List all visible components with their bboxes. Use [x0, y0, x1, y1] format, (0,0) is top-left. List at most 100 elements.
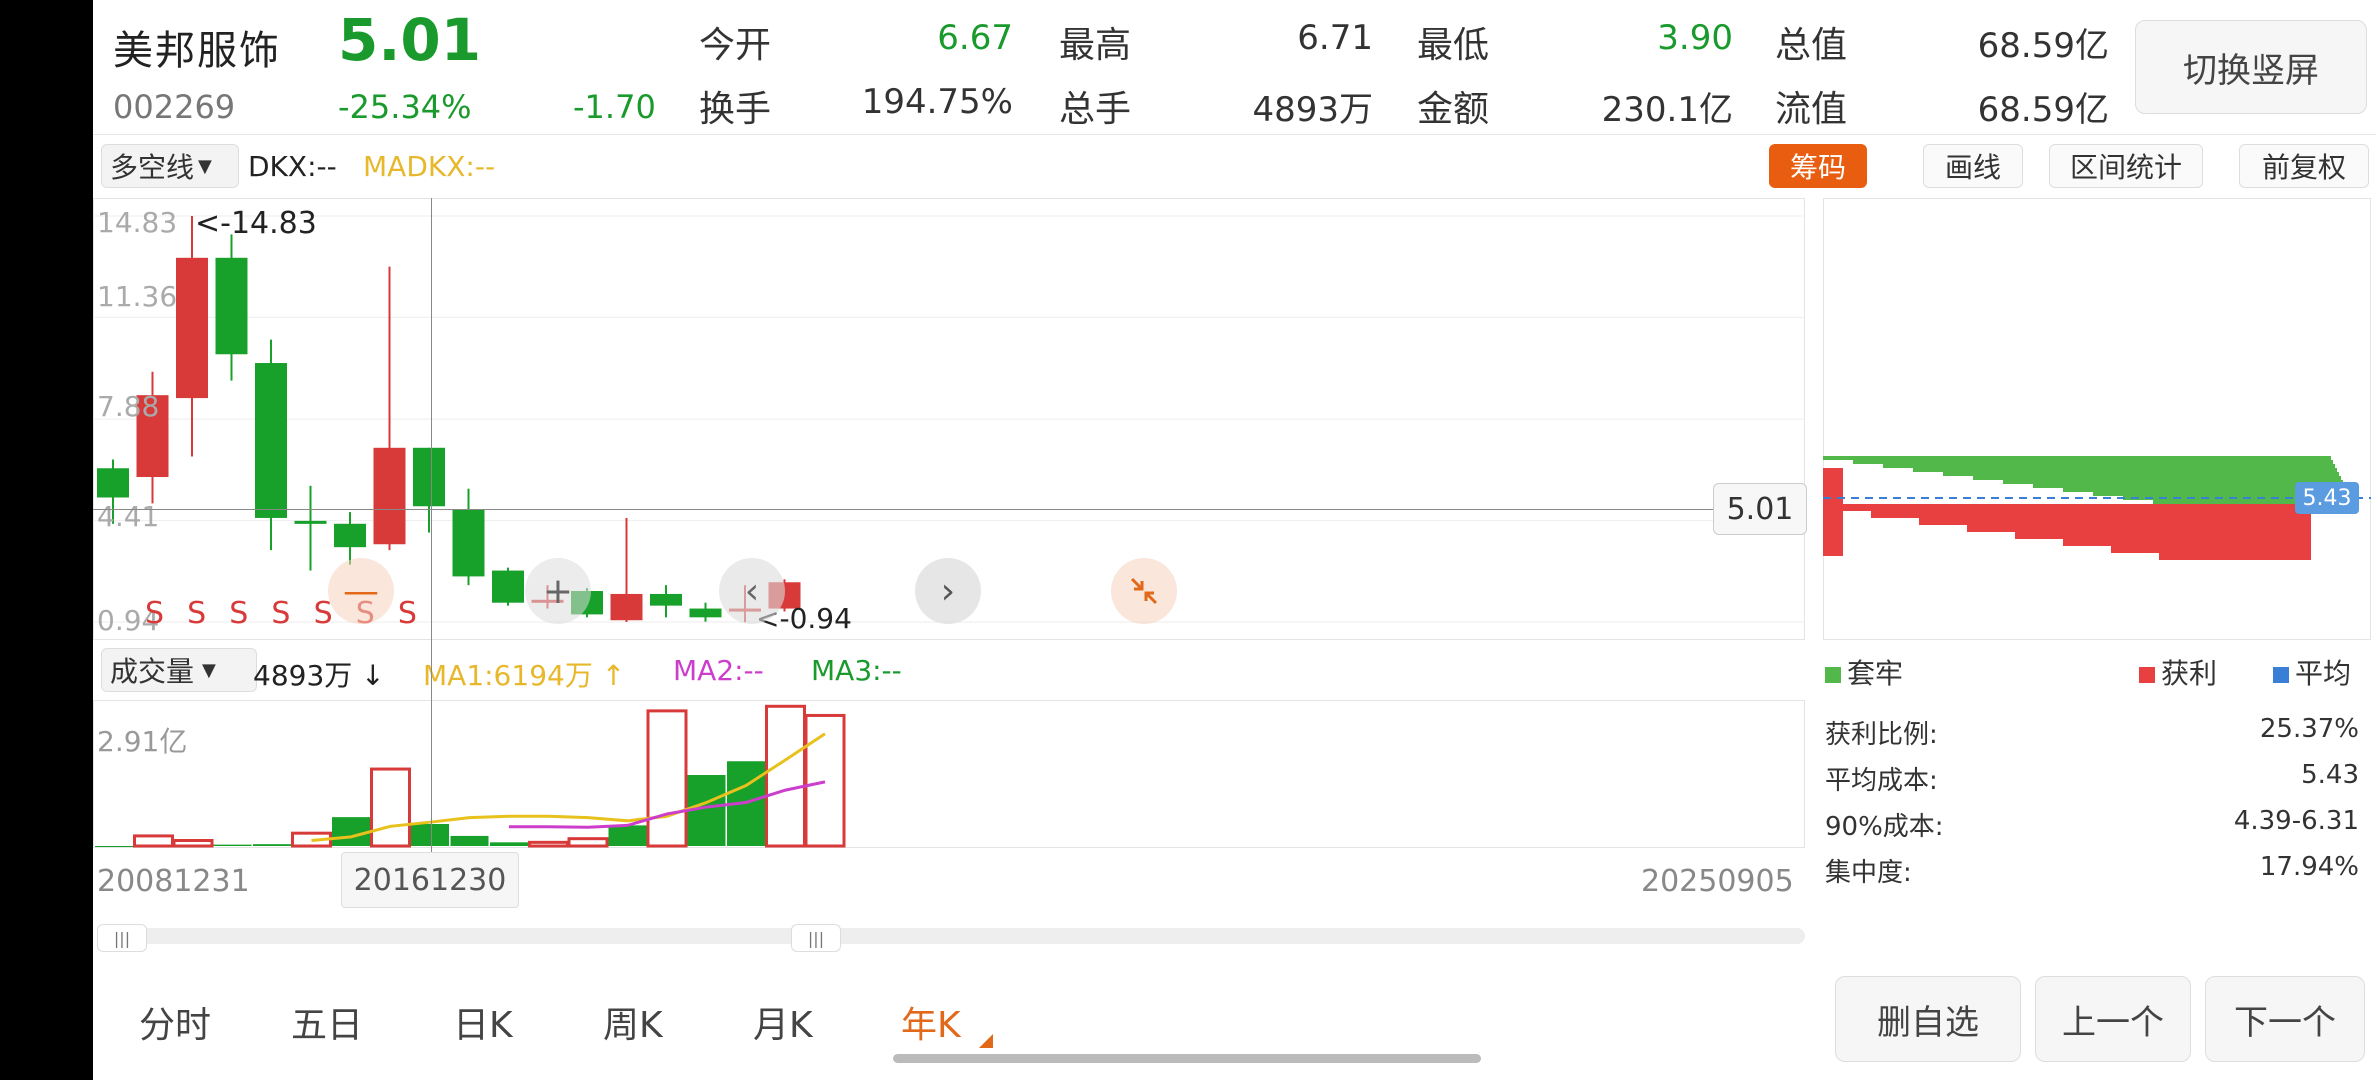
tab-monthly-k[interactable]: 月K — [753, 996, 813, 1048]
legend-average: 平均 — [2273, 652, 2351, 692]
home-indicator[interactable] — [893, 1054, 1481, 1063]
cost-90-value: 4.39-6.31 — [2233, 806, 2359, 836]
quote-label-amount: 金额 — [1417, 89, 1490, 130]
ma3-value: MA3:-- — [811, 654, 902, 687]
chevron-left-icon: ‹ — [744, 570, 760, 612]
next-button[interactable]: 下一个 — [2205, 976, 2365, 1062]
y-label-4: 4.41 — [97, 500, 160, 533]
volume-chart[interactable] — [93, 700, 1805, 848]
chip-bar-profit — [1823, 504, 2311, 511]
concentration-value: 17.94% — [2259, 852, 2359, 882]
range-slider-right-handle[interactable]: ||| — [791, 924, 841, 952]
quote-value-amount: 230.1亿 — [1601, 90, 1733, 130]
previous-button[interactable]: 上一个 — [2035, 976, 2191, 1062]
arrow-down-icon: ↓ — [361, 659, 385, 692]
sell-signal: S — [229, 596, 249, 631]
switch-portrait-button[interactable]: 切换竖屏 — [2135, 20, 2367, 114]
ma2-line — [509, 780, 826, 829]
zoom-out-button[interactable]: — — [328, 558, 394, 624]
scroll-left-button[interactable]: ‹ — [719, 558, 785, 624]
current-price-tag: 5.01 — [1713, 483, 1807, 535]
candle-body — [294, 520, 327, 524]
volume-value: 4893万 ↓ — [253, 654, 385, 694]
stock-detail-screen: 美邦服饰 5.01 002269 -25.34% -1.70 今开 6.67 最高 6… — [93, 0, 2376, 1080]
avg-cost-value: 5.43 — [2301, 760, 2359, 790]
chip-bar-trapped — [2003, 480, 2343, 484]
chip-bar-trapped — [1823, 456, 2331, 460]
average-cost-tag: 5.43 — [2295, 482, 2359, 514]
sell-signal: S — [187, 596, 207, 631]
volume-bar — [490, 842, 528, 846]
chip-bar-trapped — [1883, 464, 2335, 468]
legend-swatch — [2139, 667, 2155, 683]
adjust-price-button[interactable]: 前复权 — [2239, 144, 2369, 188]
chip-bar-profit — [1871, 511, 2311, 518]
quote-value-float-value: 68.59亿 — [1977, 90, 2109, 130]
zoom-in-button[interactable]: + — [525, 558, 591, 624]
chip-bar-trapped — [1853, 460, 2333, 464]
chevron-right-icon: › — [940, 570, 956, 612]
active-tab-corner-icon — [979, 1034, 993, 1048]
legend-trapped: 套牢 — [1825, 652, 1903, 692]
quote-label-total-volume: 总手 — [1059, 89, 1132, 130]
sell-signal: S — [145, 596, 165, 631]
tab-yearly-k[interactable]: 年K — [901, 996, 961, 1048]
chip-bar-profit — [1823, 468, 1843, 556]
avg-cost-label: 平均成本: — [1825, 766, 1938, 796]
y-label-3: 7.88 — [97, 390, 160, 423]
tab-daily-k[interactable]: 日K — [453, 996, 513, 1048]
chip-bar-profit — [2111, 546, 2311, 553]
chip-distribution-chart — [1823, 456, 2371, 560]
collapse-button[interactable] — [1111, 558, 1177, 624]
grip-icon: ||| — [807, 928, 825, 948]
range-slider-left-handle[interactable]: ||| — [97, 924, 147, 952]
quote-value-open: 6.67 — [937, 18, 1013, 58]
volume-indicator-select[interactable]: 成交量 ▼ — [101, 648, 257, 692]
candle-body — [413, 447, 445, 507]
chip-bar-trapped — [1913, 468, 2337, 472]
divider — [93, 134, 2376, 135]
indicator-select[interactable]: 多空线 ▼ — [101, 144, 239, 188]
remove-favorite-button[interactable]: 删自选 — [1835, 976, 2021, 1062]
legend-swatch — [1825, 667, 1841, 683]
grip-icon: ||| — [113, 928, 131, 948]
chip-bar-profit — [1919, 518, 2311, 525]
range-slider-track[interactable] — [97, 928, 1805, 944]
scroll-right-button[interactable]: › — [915, 558, 981, 624]
date-end: 20250905 — [1641, 864, 1794, 899]
stock-code: 002269 — [113, 88, 236, 126]
concentration-label: 集中度: — [1825, 858, 1912, 888]
volume-bar — [253, 844, 291, 846]
change-percent: -25.34% — [338, 88, 472, 126]
quote-label-high: 最高 — [1059, 25, 1132, 66]
cost-90-label: 90%成本: — [1825, 812, 1944, 842]
change-value: -1.70 — [573, 88, 656, 126]
quote-value-high: 6.71 — [1297, 18, 1373, 58]
legend-swatch — [2273, 667, 2289, 683]
tab-five-day[interactable]: 五日 — [291, 996, 363, 1048]
candle-body — [492, 570, 524, 603]
volume-bar — [370, 767, 411, 848]
volume-bar — [172, 839, 214, 848]
legend-label: 获利 — [2161, 657, 2218, 690]
tab-intraday[interactable]: 分时 — [139, 996, 211, 1048]
crosshair-vertical — [431, 198, 432, 874]
volume-bar — [528, 840, 569, 848]
volume-bar — [567, 837, 609, 848]
range-stats-button[interactable]: 区间统计 — [2049, 144, 2203, 188]
volume-bar — [411, 824, 449, 846]
quote-value-total-value: 68.59亿 — [1977, 26, 2109, 66]
collapse-icon — [1130, 577, 1158, 605]
chip-bar-trapped — [1973, 476, 2341, 480]
volume-bar — [213, 844, 252, 846]
chip-button[interactable]: 筹码 — [1769, 144, 1867, 188]
arrow-up-icon: ↑ — [601, 659, 626, 692]
tab-weekly-k[interactable]: 周K — [603, 996, 663, 1048]
volume-bar — [332, 817, 370, 846]
y-label-max: 14.83 — [97, 206, 178, 239]
quote-label-turnover: 换手 — [699, 89, 772, 130]
chip-bar-profit — [2159, 553, 2311, 560]
draw-line-button[interactable]: 画线 — [1923, 144, 2023, 188]
candle-body — [650, 593, 682, 606]
ma1-value: MA1:6194万 ↑ — [423, 654, 625, 694]
